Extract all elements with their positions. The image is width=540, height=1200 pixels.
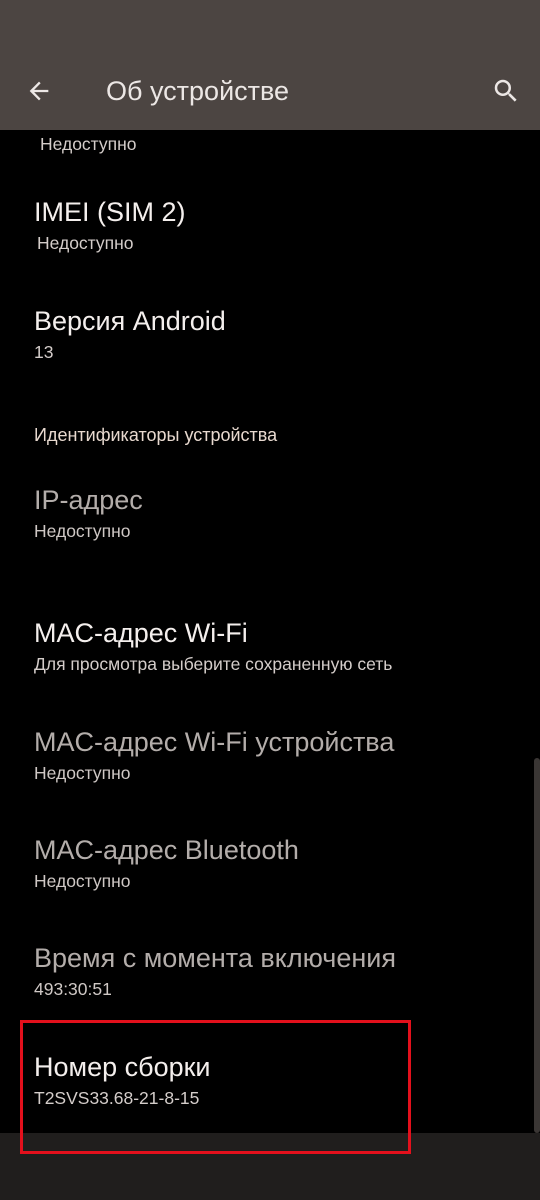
search-button[interactable] xyxy=(481,66,531,116)
search-icon xyxy=(494,79,517,102)
list-item-imei-sim2[interactable]: IMEI (SIM 2) Недоступно xyxy=(34,195,186,255)
list-item-bluetooth-mac[interactable]: MAC-адрес Bluetooth Недоступно xyxy=(34,833,299,893)
item-subtitle: 493:30:51 xyxy=(34,979,112,999)
item-subtitle: Недоступно xyxy=(34,871,131,891)
item-title: Номер сборки xyxy=(34,1052,211,1082)
app-bar: Об устройстве xyxy=(0,0,540,130)
item-title: MAC-адрес Wi-Fi xyxy=(34,618,248,648)
item-title: IP-адрес xyxy=(34,485,143,515)
page-title: Об устройстве xyxy=(106,76,290,106)
settings-list[interactable]: Недоступно IMEI (SIM 2) Недоступно Верси… xyxy=(0,130,540,1133)
item-subtitle: 13 xyxy=(34,342,54,362)
arrow-left-icon xyxy=(29,81,49,101)
item-subtitle: Недоступно xyxy=(34,521,131,541)
about-device-screen: Об устройстве Недоступно IMEI (SIM 2) Не… xyxy=(0,0,540,1200)
item-title: MAC-адрес Wi-Fi устройства xyxy=(34,727,395,757)
item-subtitle: Недоступно xyxy=(40,134,137,154)
list-item-imei-sim1[interactable]: Недоступно xyxy=(40,132,137,156)
list-item-android-version[interactable]: Версия Android 13 xyxy=(34,304,226,364)
list-item-uptime[interactable]: Время с момента включения 493:30:51 xyxy=(34,941,396,1001)
item-subtitle: Для просмотра выберите сохраненную сеть xyxy=(34,654,393,674)
item-subtitle: Недоступно xyxy=(37,233,134,253)
item-title: MAC-адрес Bluetooth xyxy=(34,835,299,865)
back-button[interactable] xyxy=(14,66,64,116)
list-item-build-number[interactable]: Номер сборки T2SVS33.68-21-8-15 xyxy=(34,1050,211,1110)
list-item-device-wifi-mac[interactable]: MAC-адрес Wi-Fi устройства Недоступно xyxy=(34,725,394,785)
item-subtitle: Недоступно xyxy=(34,763,131,783)
item-subtitle: T2SVS33.68-21-8-15 xyxy=(34,1088,200,1108)
scrollbar[interactable] xyxy=(534,758,540,1133)
list-item-ip-address[interactable]: IP-адрес Недоступно xyxy=(34,483,143,543)
list-item-wifi-mac[interactable]: MAC-адрес Wi-Fi Для просмотра выберите с… xyxy=(34,616,392,676)
navigation-bar xyxy=(0,1133,540,1200)
item-title: IMEI (SIM 2) xyxy=(34,197,186,227)
item-title: Время с момента включения xyxy=(34,943,396,973)
item-title: Версия Android xyxy=(34,306,226,336)
section-header-device-identifiers: Идентификаторы устройства xyxy=(34,425,278,445)
